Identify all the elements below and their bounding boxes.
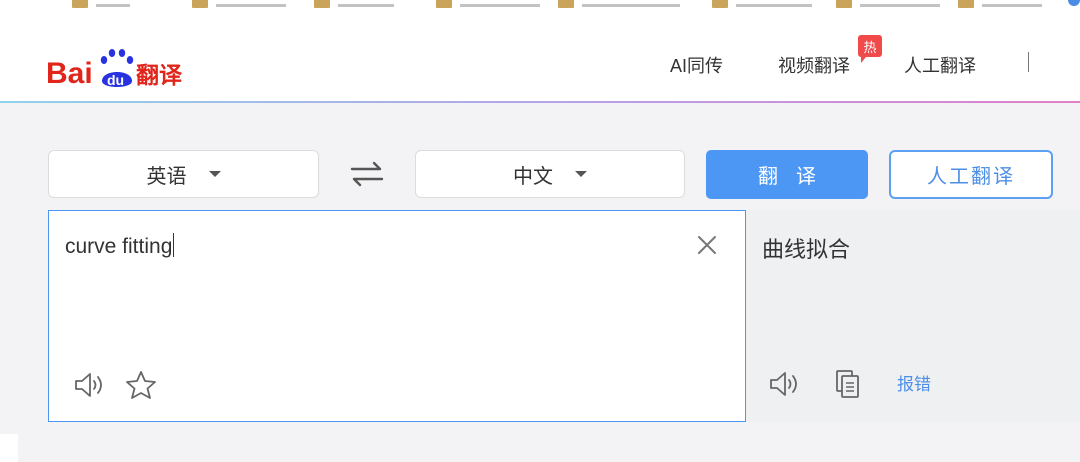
bookmarks-bar — [0, 0, 1080, 12]
copy-icon[interactable] — [832, 368, 866, 400]
chevron-down-icon — [208, 171, 221, 177]
source-text-area[interactable]: curve fitting — [48, 210, 746, 422]
source-text-input[interactable]: curve fitting — [65, 233, 175, 259]
chevron-down-icon — [575, 171, 587, 177]
bookmark-folder[interactable] — [192, 0, 286, 8]
nav-divider — [1028, 52, 1029, 72]
browser-scroll-indicator — [1068, 0, 1080, 6]
bookmark-folder[interactable] — [836, 0, 940, 8]
nav-ai-interpret[interactable]: AI同传 — [670, 52, 723, 78]
target-language-select[interactable]: 中文 — [415, 150, 685, 198]
target-language-label: 中文 — [513, 165, 553, 188]
nav-video-translate[interactable]: 视频翻译 — [778, 52, 850, 78]
translation-result-text: 曲线拟合 — [762, 237, 851, 262]
source-language-label: 英语 — [146, 165, 187, 188]
star-icon[interactable] — [125, 369, 159, 401]
swap-languages-icon[interactable] — [346, 155, 388, 193]
nav-human-translate[interactable]: 人工翻译 — [904, 52, 976, 78]
translate-button[interactable]: 翻译 — [706, 150, 868, 199]
bookmark-folder[interactable] — [72, 0, 130, 8]
sidebar-tab-stub[interactable] — [0, 434, 18, 462]
translation-result-area: 曲线拟合 报错 — [746, 210, 1080, 422]
clear-icon[interactable] — [695, 233, 719, 257]
source-text-value: curve fitting — [65, 235, 173, 258]
text-cursor — [173, 233, 175, 257]
human-translate-button[interactable]: 人工翻译 — [889, 150, 1053, 199]
bookmark-folder[interactable] — [558, 0, 680, 8]
logo-product: 翻译 — [136, 63, 183, 89]
bookmark-folder[interactable] — [712, 0, 812, 8]
source-language-select[interactable]: 英语 — [48, 150, 319, 198]
bookmark-folder[interactable] — [436, 0, 540, 8]
speaker-icon[interactable] — [73, 369, 107, 401]
logo-bai: Bai — [46, 57, 93, 90]
logo-du: du — [107, 72, 124, 88]
hot-badge: 热 — [858, 35, 882, 63]
baidu-translate-logo[interactable]: Bai du 翻译 — [46, 47, 196, 91]
report-error-link[interactable]: 报错 — [897, 370, 931, 395]
header-gradient-line — [0, 101, 1080, 103]
speaker-icon[interactable] — [768, 368, 802, 400]
bookmark-folder[interactable] — [958, 0, 1042, 8]
bookmark-folder[interactable] — [314, 0, 394, 8]
